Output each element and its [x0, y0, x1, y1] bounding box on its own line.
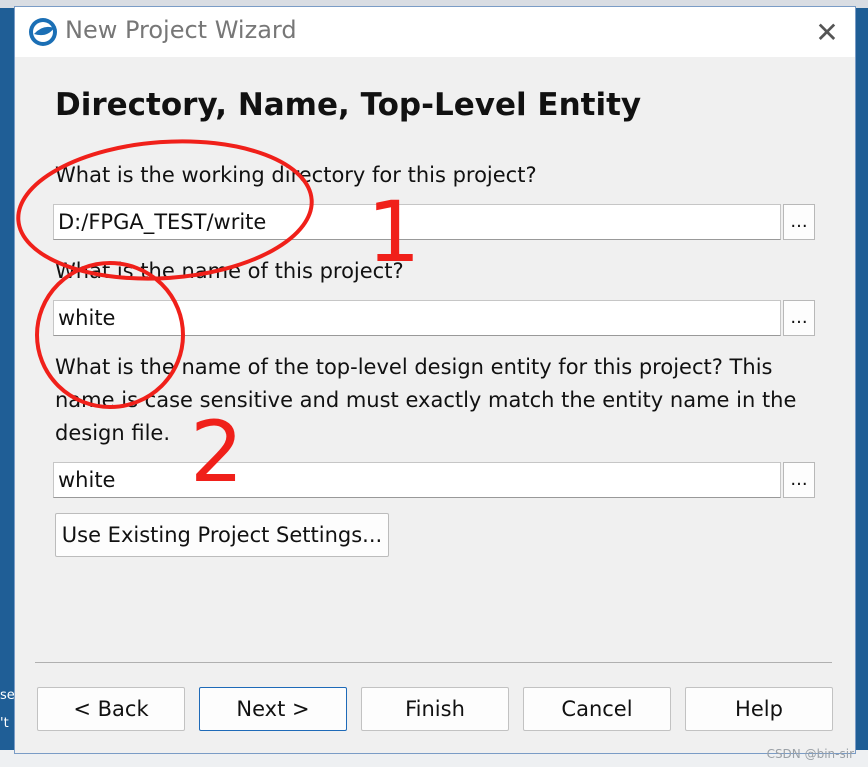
divider [35, 662, 832, 663]
title-bar: New Project Wizard ✕ [15, 7, 855, 57]
annotation-number-2: 2 [190, 403, 244, 501]
top-level-entity-input[interactable]: white [53, 462, 781, 498]
browse-directory-button[interactable]: ... [783, 204, 815, 240]
page-title: Directory, Name, Top-Level Entity [55, 87, 642, 123]
top-level-entity-label: What is the name of the top-level design… [55, 355, 797, 445]
new-project-wizard-dialog: New Project Wizard ✕ Directory, Name, To… [14, 6, 856, 754]
help-button[interactable]: Help [685, 687, 833, 731]
background-text: se [0, 688, 15, 703]
annotation-number-1: 1 [367, 183, 421, 281]
watermark: CSDN @bin-sir [766, 747, 854, 761]
use-existing-settings-button[interactable]: Use Existing Project Settings... [55, 513, 389, 557]
app-icon [29, 18, 57, 46]
finish-button[interactable]: Finish [361, 687, 509, 731]
directory-label: What is the working directory for this p… [55, 163, 537, 187]
next-button[interactable]: Next > [199, 687, 347, 731]
background-text: 't [0, 716, 9, 731]
project-name-label: What is the name of this project? [55, 259, 404, 283]
browse-name-button[interactable]: ... [783, 300, 815, 336]
close-icon[interactable]: ✕ [807, 13, 847, 53]
window-title: New Project Wizard [65, 16, 297, 44]
back-button[interactable]: < Back [37, 687, 185, 731]
cancel-button[interactable]: Cancel [523, 687, 671, 731]
browse-entity-button[interactable]: ... [783, 462, 815, 498]
project-name-input[interactable]: white [53, 300, 781, 336]
